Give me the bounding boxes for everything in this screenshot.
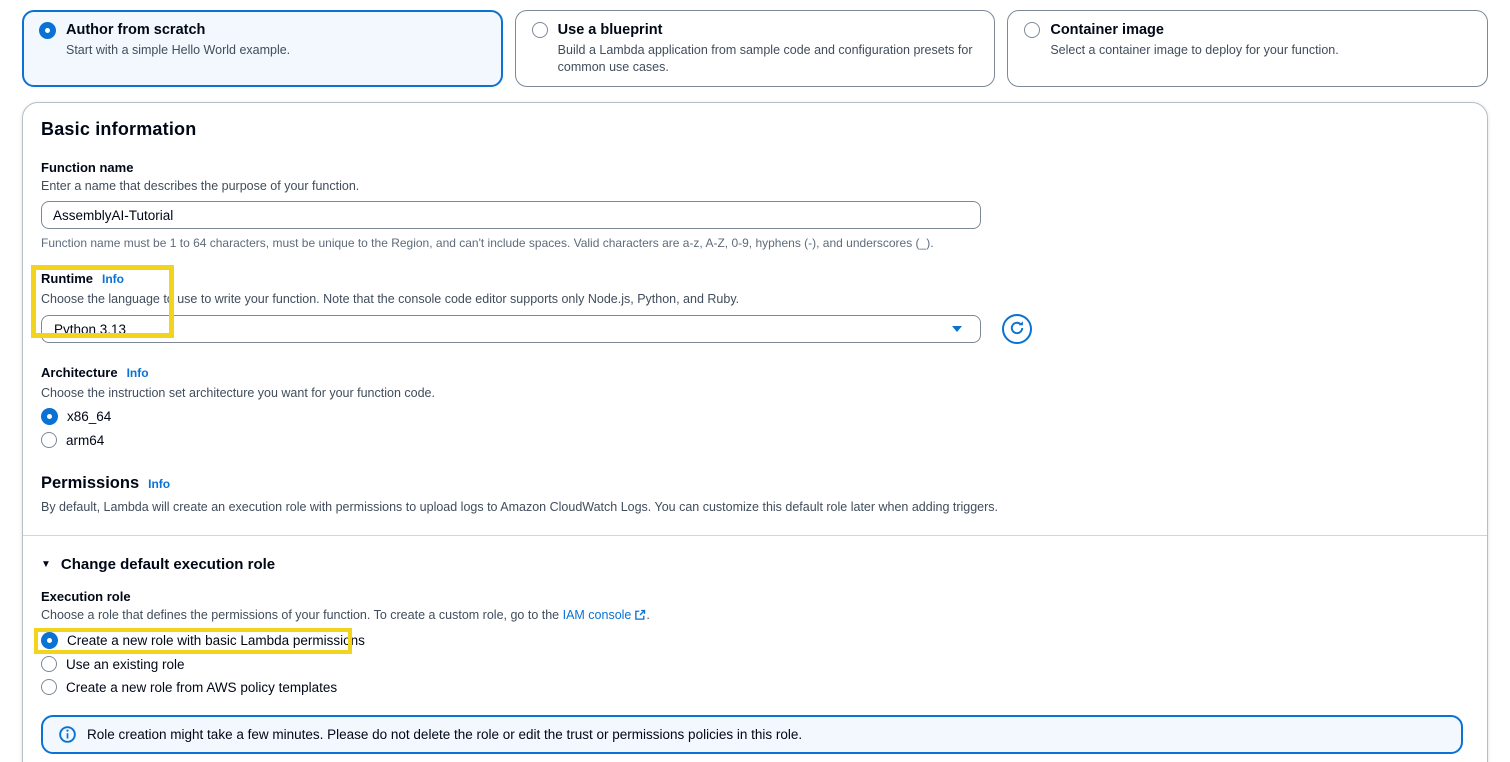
permissions-title: Permissions (41, 474, 139, 492)
function-name-description: Enter a name that describes the purpose … (41, 178, 1469, 194)
external-link-icon (634, 609, 646, 625)
radio-label: arm64 (66, 433, 104, 448)
permissions-description: By default, Lambda will create an execut… (41, 499, 1469, 515)
card-use-a-blueprint[interactable]: Use a blueprint Build a Lambda applicati… (515, 10, 996, 87)
chevron-down-icon (952, 326, 962, 332)
expander-caret-icon: ▼ (41, 559, 51, 570)
card-author-from-scratch[interactable]: Author from scratch Start with a simple … (22, 10, 503, 87)
role-option-policy-templates[interactable]: Create a new role from AWS policy templa… (41, 679, 1469, 695)
runtime-label: Runtime (41, 271, 93, 286)
radio-selected-icon[interactable] (41, 632, 58, 649)
alert-text: Role creation might take a few minutes. … (87, 727, 802, 742)
creation-option-cards: Author from scratch Start with a simple … (0, 0, 1510, 87)
function-name-label: Function name (41, 160, 1469, 175)
runtime-select[interactable]: Python 3.13 (41, 315, 981, 343)
page-title: Basic information (41, 119, 1469, 140)
runtime-field-group: Runtime Info Choose the language to use t… (41, 270, 1469, 344)
card-container-image[interactable]: Container image Select a container image… (1007, 10, 1488, 87)
permissions-section: Permissions Info By default, Lambda will … (41, 474, 1469, 515)
iam-console-link[interactable]: IAM console (563, 608, 632, 622)
section-divider (23, 535, 1487, 536)
architecture-option-x86-64[interactable]: x86_64 (41, 408, 1469, 425)
card-title: Use a blueprint (558, 20, 979, 40)
refresh-runtimes-button[interactable] (1002, 314, 1032, 344)
radio-label: Use an existing role (66, 657, 185, 672)
radio-unselected-icon[interactable] (1024, 22, 1040, 38)
radio-label: Create a new role from AWS policy templa… (66, 680, 337, 695)
radio-selected-icon[interactable] (39, 22, 56, 39)
architecture-label-row: Architecture Info (41, 364, 1469, 382)
execution-role-field-group: Execution role Choose a role that define… (41, 589, 1469, 695)
radio-unselected-icon[interactable] (41, 679, 57, 695)
change-default-execution-role-expander[interactable]: ▼ Change default execution role (41, 556, 1469, 573)
card-content: Author from scratch Start with a simple … (66, 20, 290, 76)
radio-label: x86_64 (67, 409, 111, 424)
runtime-selected-value: Python 3.13 (54, 322, 126, 337)
role-option-use-existing[interactable]: Use an existing role (41, 656, 1469, 672)
info-icon (59, 726, 76, 743)
architecture-description: Choose the instruction set architecture … (41, 385, 1469, 401)
radio-unselected-icon[interactable] (532, 22, 548, 38)
runtime-select-row: Python 3.13 (41, 314, 1469, 344)
permissions-label-row: Permissions Info (41, 474, 1469, 493)
basic-information-panel: Basic information Function name Enter a … (22, 102, 1488, 762)
card-description: Start with a simple Hello World example. (66, 42, 290, 59)
permissions-info-link[interactable]: Info (148, 477, 170, 491)
function-name-input[interactable] (41, 201, 981, 229)
expander-label: Change default execution role (61, 556, 275, 573)
function-name-constraint: Function name must be 1 to 64 characters… (41, 236, 1469, 250)
architecture-field-group: Architecture Info Choose the instruction … (41, 364, 1469, 448)
card-content: Container image Select a container image… (1050, 20, 1338, 76)
architecture-option-arm64[interactable]: arm64 (41, 432, 1469, 448)
card-title: Author from scratch (66, 20, 290, 40)
radio-label: Create a new role with basic Lambda perm… (67, 633, 365, 648)
runtime-description: Choose the language to use to write your… (41, 291, 1469, 307)
card-content: Use a blueprint Build a Lambda applicati… (558, 20, 979, 76)
refresh-icon (1009, 320, 1025, 339)
radio-unselected-icon[interactable] (41, 432, 57, 448)
radio-unselected-icon[interactable] (41, 656, 57, 672)
card-description: Select a container image to deploy for y… (1050, 42, 1338, 59)
execution-role-label: Execution role (41, 589, 1469, 604)
card-title: Container image (1050, 20, 1338, 40)
architecture-label: Architecture (41, 365, 118, 380)
execution-role-description: Choose a role that defines the permissio… (41, 607, 1469, 625)
execution-role-description-prefix: Choose a role that defines the permissio… (41, 608, 563, 622)
runtime-info-link[interactable]: Info (102, 272, 124, 286)
role-option-create-new-basic[interactable]: Create a new role with basic Lambda perm… (41, 632, 1469, 649)
function-name-field-group: Function name Enter a name that describe… (41, 160, 1469, 250)
card-description: Build a Lambda application from sample c… (558, 42, 979, 76)
role-creation-info-alert: Role creation might take a few minutes. … (41, 715, 1463, 754)
runtime-label-row: Runtime Info (41, 270, 1469, 288)
radio-selected-icon[interactable] (41, 408, 58, 425)
architecture-info-link[interactable]: Info (127, 366, 149, 380)
execution-role-description-suffix: . (646, 608, 649, 622)
